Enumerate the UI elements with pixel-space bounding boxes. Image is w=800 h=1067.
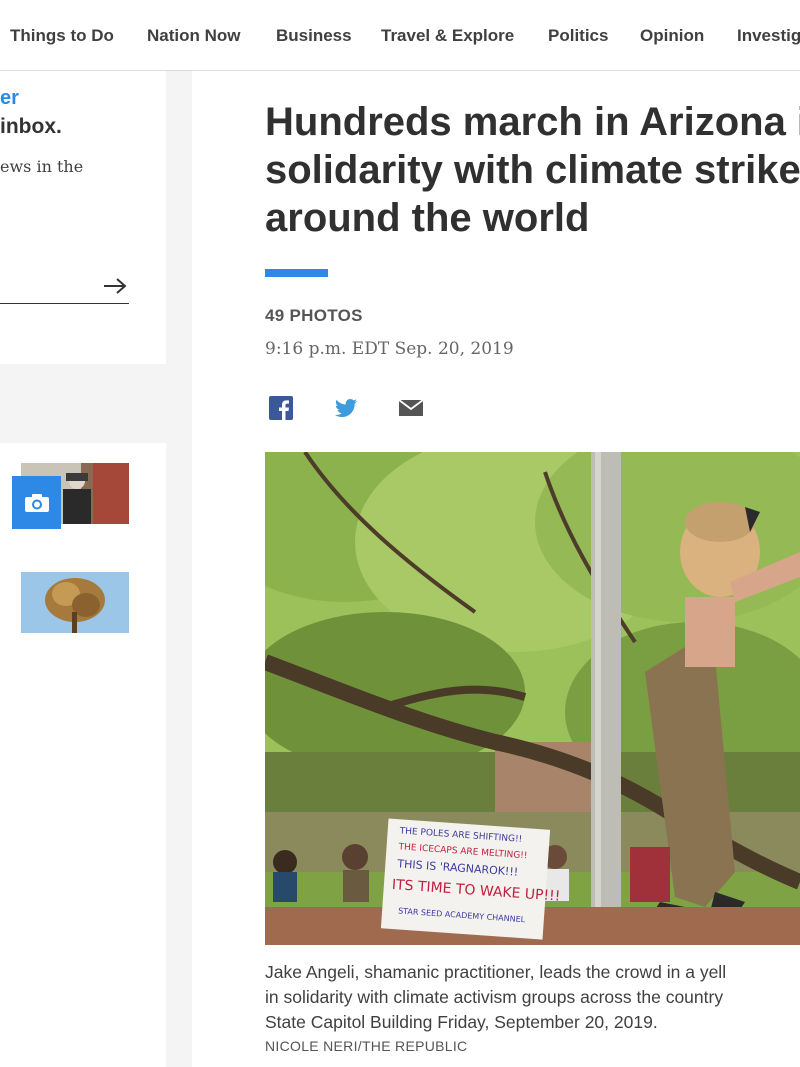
nav-item-business[interactable]: Business [276, 26, 352, 46]
caption-line: Jake Angeli, shamanic practitioner, lead… [265, 962, 727, 982]
nav-item-travel-explore[interactable]: Travel & Explore [381, 26, 514, 46]
headline-line: Hundreds march in Arizona in [265, 100, 800, 144]
newsletter-title-line2: inbox. [0, 115, 62, 138]
headline-accent-bar [265, 269, 328, 277]
arrow-right-icon[interactable] [102, 276, 128, 296]
caption-line: State Capitol Building Friday, September… [265, 1012, 658, 1032]
top-nav: Things to Do Nation Now Business Travel … [0, 0, 800, 71]
publish-timestamp: 9:16 p.m. EDT Sep. 20, 2019 [265, 339, 514, 359]
headline-line: solidarity with climate strikes [265, 148, 800, 192]
twitter-icon[interactable] [333, 396, 359, 420]
nav-item-nation-now[interactable]: Nation Now [147, 26, 241, 46]
article-headline: Hundreds march in Arizona in solidarity … [265, 98, 800, 242]
photo-count: 49 PHOTOS [265, 306, 363, 325]
caption-line: in solidarity with climate activism grou… [265, 987, 724, 1007]
newsletter-email-input[interactable] [0, 303, 129, 304]
nav-item-opinion[interactable]: Opinion [640, 26, 704, 46]
gallery-list-card [0, 443, 166, 1067]
camera-icon[interactable] [12, 476, 61, 529]
facebook-icon[interactable] [268, 396, 294, 420]
email-icon[interactable] [398, 396, 424, 420]
photo-caption: Jake Angeli, shamanic practitioner, lead… [265, 960, 800, 1035]
nav-item-investigations[interactable]: Investig [737, 26, 800, 46]
photo-credit: NICOLE NERI/THE REPUBLIC [265, 1038, 468, 1054]
headline-line: around the world [265, 196, 590, 240]
newsletter-title-line1: er [0, 87, 19, 109]
nav-item-things-to-do[interactable]: Things to Do [10, 26, 114, 46]
gallery-main-photo[interactable]: THE POLES ARE SHIFTING!! THE ICECAPS ARE… [265, 452, 800, 945]
newsletter-description: ews in the [0, 157, 84, 176]
gallery-thumbnail[interactable] [21, 572, 129, 633]
nav-item-politics[interactable]: Politics [548, 26, 608, 46]
